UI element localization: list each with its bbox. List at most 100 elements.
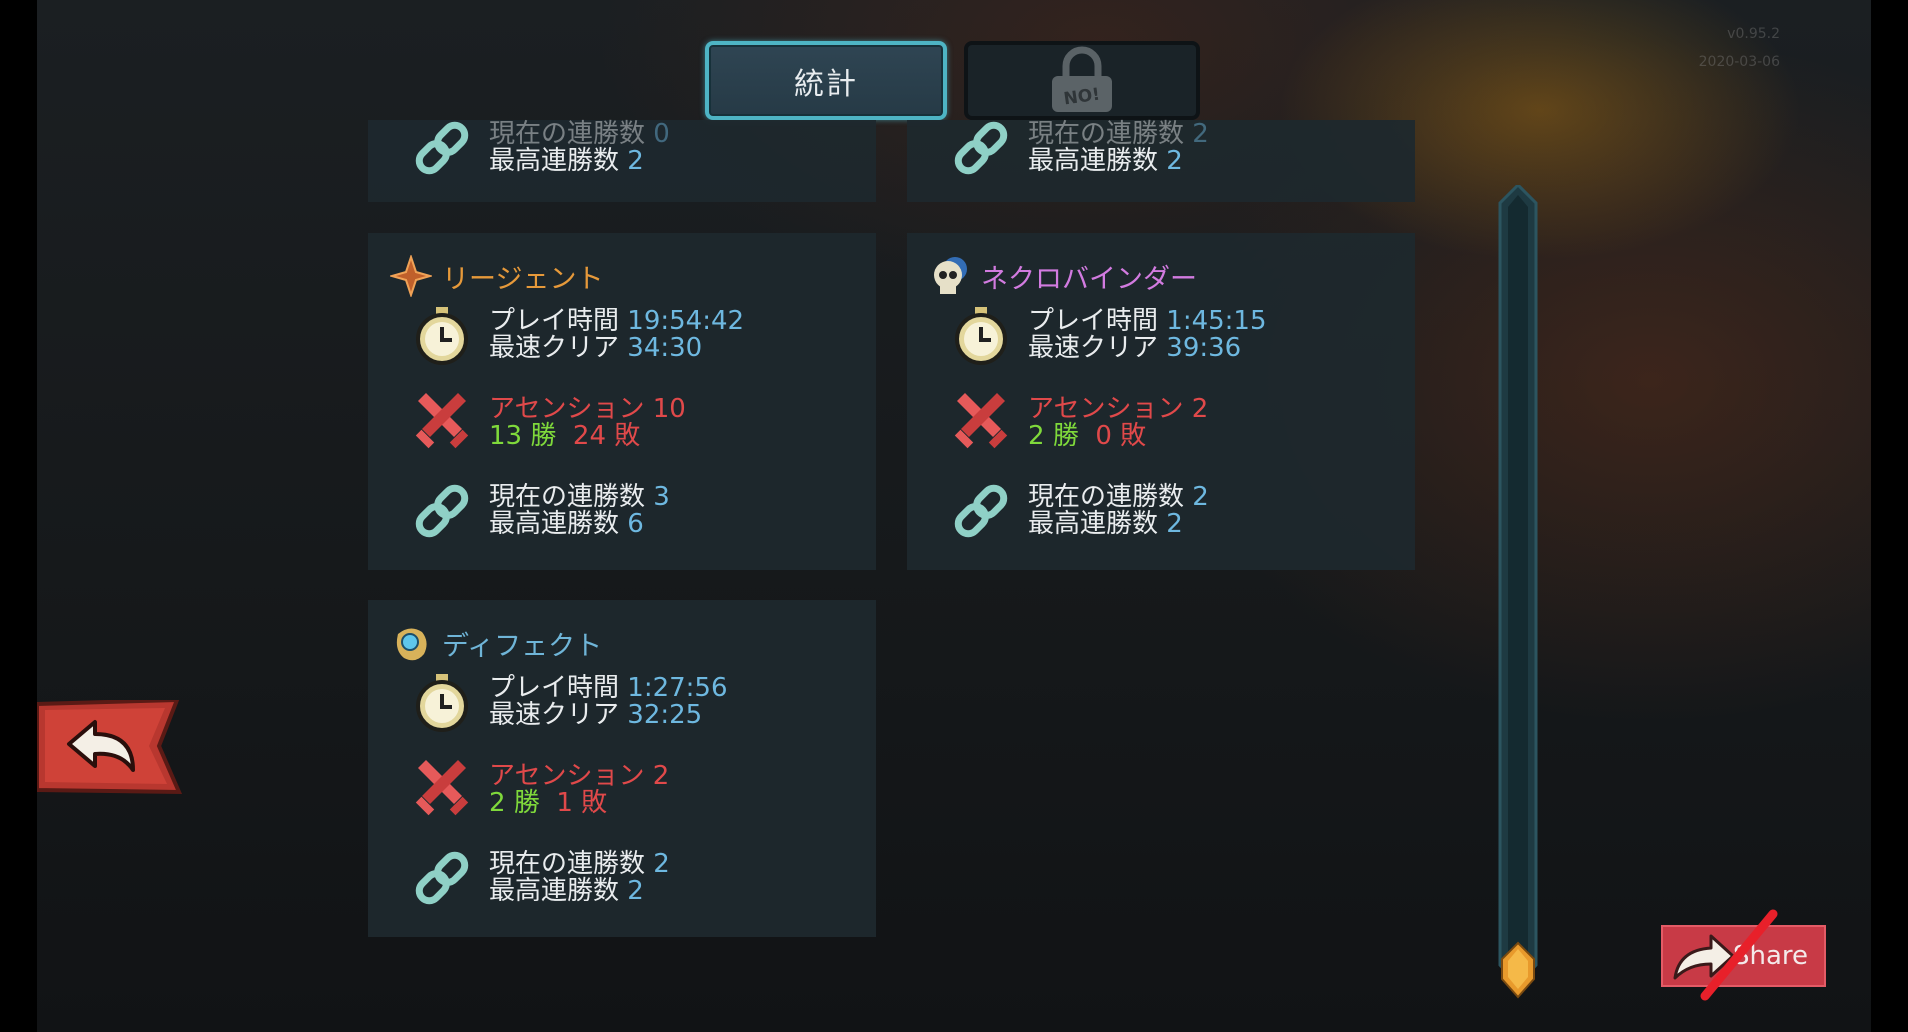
- current-streak-value: 0: [653, 119, 670, 149]
- losses-label: 敗: [614, 421, 641, 451]
- current-streak-label: 現在の連勝数: [489, 482, 646, 512]
- wins-label: 勝: [1052, 421, 1079, 451]
- build-date: 2020-03-06: [1698, 54, 1780, 70]
- fastest-clear-label: 最速クリア: [489, 333, 620, 363]
- tab-locked[interactable]: NO!: [964, 41, 1200, 120]
- best-streak-label: 最高連勝数: [1028, 146, 1159, 176]
- fastest-clear-label: 最速クリア: [1028, 333, 1159, 363]
- panel-partial-right: 現在の連勝数 2 最高連勝数 2: [907, 120, 1415, 202]
- playtime-row: プレイ時間 1:45:15 最速クリア 39:36: [949, 303, 1267, 367]
- wins-count: 13: [489, 421, 523, 451]
- best-streak-value: 2: [1166, 509, 1183, 539]
- chain-link-icon: [949, 116, 1013, 180]
- wins-label: 勝: [513, 788, 540, 818]
- playtime-label: プレイ時間: [489, 306, 620, 336]
- wins-count: 2: [489, 788, 506, 818]
- game-background: v0.95.2 2020-03-06 統計 NO! 現在の連勝数 0 最高連勝数…: [0, 0, 1908, 1032]
- best-streak-value: 2: [627, 146, 644, 176]
- best-streak-value: 6: [627, 509, 644, 539]
- ascension-value: 10: [652, 394, 686, 424]
- best-streak-label: 最高連勝数: [489, 146, 620, 176]
- ascension-value: 2: [1191, 394, 1209, 424]
- ascension-label: アセンション: [489, 761, 645, 791]
- ascension-row: アセンション 2 2 勝 1 敗: [410, 758, 669, 822]
- character-title: ディフェクト: [390, 622, 602, 664]
- character-panel-necrobinder: ネクロバインダー プレイ時間 1:45:15 最速クリア 39:36 アセンショ…: [907, 233, 1415, 570]
- streak-row: 現在の連勝数 2 最高連勝数 2: [949, 116, 1209, 180]
- letterbox-left: [0, 0, 37, 1032]
- best-streak-value: 2: [627, 876, 644, 906]
- fastest-clear-value: 34:30: [627, 333, 703, 363]
- losses-count: 0: [1095, 421, 1112, 451]
- tab-stats[interactable]: 統計: [705, 41, 947, 120]
- streak-row: 現在の連勝数 0 最高連勝数 2: [410, 116, 670, 180]
- current-streak-value: 2: [1192, 482, 1209, 512]
- scrollbar[interactable]: [1498, 182, 1538, 999]
- fastest-clear-value: 39:36: [1166, 333, 1242, 363]
- character-name: リージェント: [442, 263, 604, 295]
- current-streak-label: 現在の連勝数: [489, 119, 646, 149]
- crossed-swords-icon: [410, 391, 474, 455]
- playtime-row: プレイ時間 19:54:42 最速クリア 34:30: [410, 303, 744, 367]
- playtime-value: 1:45:15: [1166, 306, 1267, 336]
- share-label: Share: [1732, 941, 1808, 971]
- share-button[interactable]: Share: [1661, 925, 1826, 987]
- back-button[interactable]: [35, 697, 183, 795]
- wins-count: 2: [1028, 421, 1045, 451]
- playtime-row: プレイ時間 1:27:56 最速クリア 32:25: [410, 670, 728, 734]
- regent-star-icon: [390, 255, 432, 297]
- character-title: ネクロバインダー: [929, 255, 1197, 297]
- chain-link-icon: [410, 846, 474, 910]
- best-streak-value: 2: [1166, 146, 1183, 176]
- current-streak-value: 3: [653, 482, 670, 512]
- best-streak-label: 最高連勝数: [489, 509, 620, 539]
- streak-row: 現在の連勝数 2 最高連勝数 2: [949, 479, 1209, 543]
- tab-stats-label: 統計: [794, 66, 858, 102]
- panel-partial-left: 現在の連勝数 0 最高連勝数 2: [368, 120, 876, 202]
- ascension-row: アセンション 2 2 勝 0 敗: [949, 391, 1208, 455]
- current-streak-label: 現在の連勝数: [1028, 119, 1185, 149]
- stopwatch-icon: [949, 303, 1013, 367]
- playtime-label: プレイ時間: [489, 673, 620, 703]
- current-streak-value: 2: [1192, 119, 1209, 149]
- stopwatch-icon: [410, 670, 474, 734]
- skull-icon: [929, 255, 971, 297]
- losses-label: 敗: [581, 788, 608, 818]
- chain-link-icon: [949, 479, 1013, 543]
- chain-link-icon: [410, 116, 474, 180]
- orb-icon: [390, 622, 432, 664]
- wins-label: 勝: [530, 421, 557, 451]
- crossed-swords-icon: [410, 758, 474, 822]
- character-panel-regent: リージェント プレイ時間 19:54:42 最速クリア 34:30 アセンション…: [368, 233, 876, 570]
- ascension-label: アセンション: [489, 394, 645, 424]
- character-name: ディフェクト: [442, 630, 603, 662]
- playtime-value: 1:27:56: [627, 673, 728, 703]
- playtime-label: プレイ時間: [1028, 306, 1159, 336]
- padlock-icon: NO!: [1052, 46, 1112, 112]
- ascension-value: 2: [652, 761, 670, 791]
- streak-text: 現在の連勝数 2 最高連勝数 2: [1028, 121, 1209, 175]
- ascension-label: アセンション: [1028, 394, 1184, 424]
- version-number: v0.95.2: [1727, 26, 1780, 42]
- fastest-clear-label: 最速クリア: [489, 700, 620, 730]
- streak-row: 現在の連勝数 3 最高連勝数 6: [410, 479, 670, 543]
- fastest-clear-value: 32:25: [627, 700, 703, 730]
- losses-count: 24: [572, 421, 606, 451]
- ascension-row: アセンション 10 13 勝 24 敗: [410, 391, 686, 455]
- letterbox-right: [1871, 0, 1908, 1032]
- character-name: ネクロバインダー: [981, 263, 1197, 295]
- losses-count: 1: [556, 788, 573, 818]
- current-streak-label: 現在の連勝数: [489, 849, 646, 879]
- best-streak-label: 最高連勝数: [489, 876, 620, 906]
- streak-text: 現在の連勝数 0 最高連勝数 2: [489, 121, 670, 175]
- losses-label: 敗: [1120, 421, 1147, 451]
- current-streak-value: 2: [653, 849, 670, 879]
- character-panel-defect: ディフェクト プレイ時間 1:27:56 最速クリア 32:25 アセンション …: [368, 600, 876, 937]
- stopwatch-icon: [410, 303, 474, 367]
- chain-link-icon: [410, 479, 474, 543]
- version-info: v0.95.2 2020-03-06: [1699, 20, 1780, 76]
- character-title: リージェント: [390, 255, 603, 297]
- playtime-value: 19:54:42: [627, 306, 745, 336]
- current-streak-label: 現在の連勝数: [1028, 482, 1185, 512]
- best-streak-label: 最高連勝数: [1028, 509, 1159, 539]
